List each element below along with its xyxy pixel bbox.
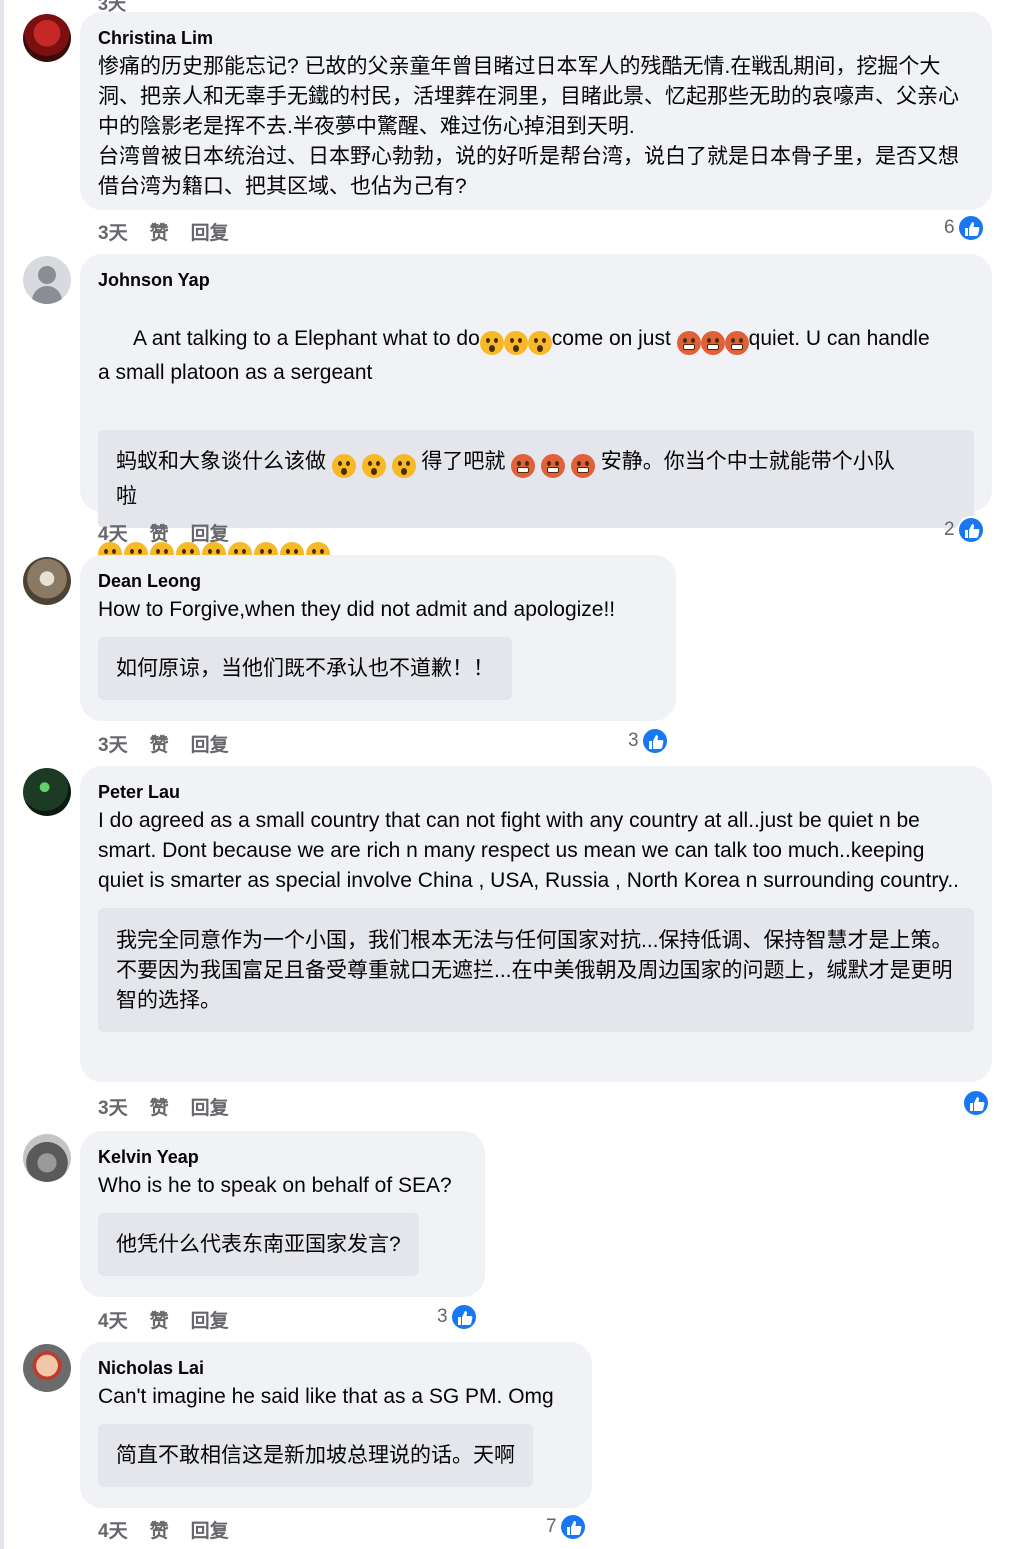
reaction-count[interactable] xyxy=(960,1089,990,1117)
thumbs-up-icon xyxy=(956,516,985,544)
translation-box: 简直不敢相信这是新加坡总理说的话。天啊 xyxy=(98,1424,533,1487)
thread-line xyxy=(0,0,4,1549)
swearing-emoji-icon xyxy=(700,331,725,356)
swearing-emoji-icon xyxy=(570,454,595,479)
like-button[interactable]: 赞 xyxy=(150,1516,169,1543)
reply-button[interactable]: 回复 xyxy=(191,1306,229,1333)
reply-button[interactable]: 回复 xyxy=(191,519,229,546)
reaction-count[interactable]: 2 xyxy=(944,516,985,544)
like-button[interactable]: 赞 xyxy=(150,218,169,245)
comment-time[interactable]: 4天 xyxy=(98,519,128,546)
reply-button[interactable]: 回复 xyxy=(191,218,229,245)
comment-author[interactable]: Dean Leong xyxy=(98,569,658,593)
thumbs-up-icon xyxy=(640,727,669,755)
comment-bubble: Peter Lau I do agreed as a small country… xyxy=(80,766,992,1082)
translation-box: 他凭什么代表东南亚国家发言? xyxy=(98,1213,419,1276)
surprised-emoji-icon xyxy=(503,331,528,356)
comment-text: I do agreed as a small country that can … xyxy=(98,809,959,892)
like-count: 7 xyxy=(546,1516,557,1537)
surprised-emoji-icon xyxy=(391,454,416,479)
comment-bubble: Kelvin Yeap Who is he to speak on behalf… xyxy=(80,1131,485,1297)
translation-part: 蚂蚁和大象谈什么该做 xyxy=(116,450,332,473)
comment-author[interactable]: Johnson Yap xyxy=(98,268,974,292)
reply-button[interactable]: 回复 xyxy=(191,730,229,757)
comment-actions: 3天 赞 回复 xyxy=(98,730,229,757)
comment-text-part: a small platoon as a sergeant xyxy=(98,361,373,384)
surprised-emoji-icon xyxy=(361,454,386,479)
comment-author[interactable]: Kelvin Yeap xyxy=(98,1145,467,1169)
swearing-emoji-icon xyxy=(724,331,749,356)
like-count: 3 xyxy=(628,730,639,751)
default-avatar-body xyxy=(32,286,62,304)
avatar[interactable] xyxy=(23,557,71,605)
reaction-count[interactable]: 7 xyxy=(546,1513,587,1541)
comment-author[interactable]: Christina Lim xyxy=(98,26,974,50)
like-count: 3 xyxy=(437,1306,448,1327)
comment-text-part: quiet. U can handle xyxy=(748,327,930,350)
comment-time[interactable]: 3天 xyxy=(98,730,128,757)
swearing-emoji-icon xyxy=(541,454,566,479)
avatar[interactable] xyxy=(23,768,71,816)
thumbs-up-icon xyxy=(962,1089,990,1117)
surprised-emoji-icon xyxy=(527,331,552,356)
reply-button[interactable]: 回复 xyxy=(191,1516,229,1543)
reaction-count[interactable]: 3 xyxy=(437,1303,478,1331)
like-button[interactable]: 赞 xyxy=(150,519,169,546)
comment-actions: 3天 赞 回复 xyxy=(98,218,229,245)
comment-bubble: Christina Lim 惨痛的历史那能忘记? 已故的父亲童年曾目睹过日本军人… xyxy=(80,12,992,210)
comment-actions: 3天 赞 回复 xyxy=(98,1093,229,1120)
comment-bubble: Nicholas Lai Can't imagine he said like … xyxy=(80,1342,592,1508)
swearing-emoji-icon xyxy=(676,331,701,356)
comment-author[interactable]: Peter Lau xyxy=(98,780,974,804)
thumbs-up-icon xyxy=(449,1303,478,1331)
default-avatar-icon xyxy=(38,266,56,284)
comment-text-part: come on just xyxy=(551,327,677,350)
like-button[interactable]: 赞 xyxy=(150,1093,169,1120)
comment-actions: 4天 赞 回复 xyxy=(98,519,229,546)
translation-box: 如何原谅，当他们既不承认也不道歉！！ xyxy=(98,637,512,700)
translation-part: 安静。你当个中士就能带个小队 xyxy=(594,450,895,473)
avatar[interactable] xyxy=(23,1344,71,1392)
comment-text: Can't imagine he said like that as a SG … xyxy=(98,1385,554,1408)
comment-text: A ant talking to a Elephant what to do co… xyxy=(98,294,974,418)
translation-part: 啦 xyxy=(116,485,137,508)
surprised-emoji-icon xyxy=(331,454,356,479)
comment-time[interactable]: 3天 xyxy=(98,218,128,245)
thumbs-up-icon xyxy=(956,214,985,242)
translation-box: 蚂蚁和大象谈什么该做 得了吧就 安静。你当个中士就能带个小队啦 xyxy=(98,430,974,528)
like-count: 2 xyxy=(944,519,955,540)
surprised-emoji-icon xyxy=(479,331,504,356)
comment-text: How to Forgive,when they did not admit a… xyxy=(98,598,616,621)
reaction-count[interactable]: 6 xyxy=(944,214,985,242)
comment-author[interactable]: Nicholas Lai xyxy=(98,1356,574,1380)
comment-time[interactable]: 3天 xyxy=(98,1093,128,1120)
thumbs-up-icon xyxy=(558,1513,587,1541)
avatar[interactable] xyxy=(23,1134,71,1182)
comment-actions: 4天 赞 回复 xyxy=(98,1516,229,1543)
reply-button[interactable]: 回复 xyxy=(191,1093,229,1120)
reaction-count[interactable]: 3 xyxy=(628,727,669,755)
comment-time[interactable]: 4天 xyxy=(98,1516,128,1543)
swearing-emoji-icon xyxy=(511,454,536,479)
avatar[interactable] xyxy=(23,14,71,62)
comment-bubble: Dean Leong How to Forgive,when they did … xyxy=(80,555,676,721)
comment-time[interactable]: 4天 xyxy=(98,1306,128,1333)
comment-text: 惨痛的历史那能忘记? 已故的父亲童年曾目睹过日本军人的残酷无情.在戦乱期间，挖掘… xyxy=(98,55,959,198)
comment-actions: 4天 赞 回复 xyxy=(98,1306,229,1333)
comment-text: Who is he to speak on behalf of SEA? xyxy=(98,1174,452,1197)
translation-box: 我完全同意作为一个小国，我们根本无法与任何国家对抗...保持低调、保持智慧才是上… xyxy=(98,908,974,1032)
avatar[interactable] xyxy=(23,256,71,304)
like-button[interactable]: 赞 xyxy=(150,730,169,757)
comment-text-part: A ant talking to a Elephant what to do xyxy=(133,327,480,350)
like-button[interactable]: 赞 xyxy=(150,1306,169,1333)
like-count: 6 xyxy=(944,217,955,238)
comment-bubble: Johnson Yap A ant talking to a Elephant … xyxy=(80,254,992,566)
translation-part: 得了吧就 xyxy=(415,450,512,473)
